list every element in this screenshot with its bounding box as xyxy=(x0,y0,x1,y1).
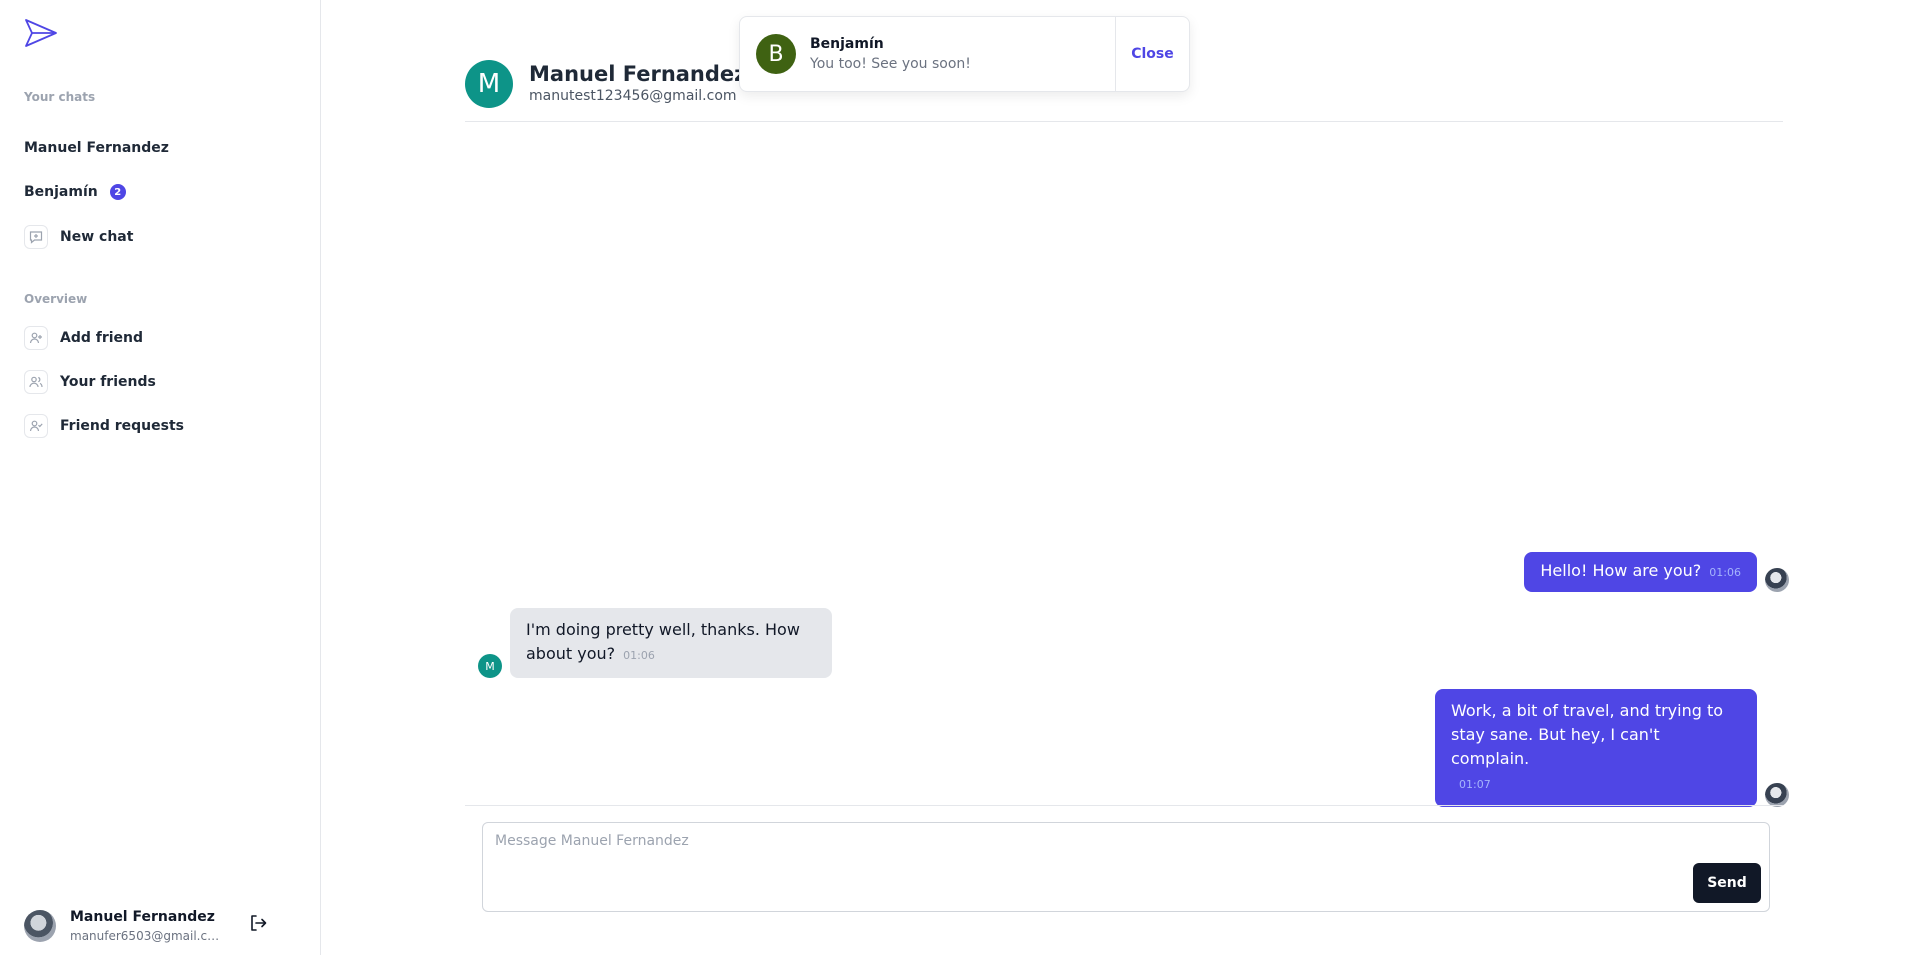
chat-partner-name: Manuel Fernandez xyxy=(529,62,747,86)
message-row: Work, a bit of travel, and trying to sta… xyxy=(1435,689,1789,807)
logout-icon[interactable] xyxy=(248,913,268,933)
message-toast[interactable]: B Benjamín You too! See you soon! Close xyxy=(739,16,1190,92)
user-name: Manuel Fernandez xyxy=(70,909,215,925)
user-plus-icon xyxy=(24,326,48,350)
sidebar: Your chats Manuel Fernandez Benjamín 2 N… xyxy=(0,0,321,955)
new-chat-label: New chat xyxy=(60,229,134,245)
paper-plane-icon[interactable] xyxy=(24,18,58,48)
user-check-icon xyxy=(24,414,48,438)
toast-body[interactable]: B Benjamín You too! See you soon! xyxy=(740,17,1115,91)
sidebar-item-add-friend[interactable]: Add friend xyxy=(24,326,143,350)
sidebar-chat-benjamin[interactable]: Benjamín 2 xyxy=(24,184,126,200)
message-bubble: I'm doing pretty well, thanks. How about… xyxy=(510,608,832,678)
sidebar-item-label: Friend requests xyxy=(60,418,184,434)
sidebar-item-your-friends[interactable]: Your friends xyxy=(24,370,156,394)
message-time: 01:06 xyxy=(1709,566,1741,579)
message-bubble: Work, a bit of travel, and trying to sta… xyxy=(1435,689,1757,807)
avatar: B xyxy=(756,34,796,74)
user-email: manufer6503@gmail.com xyxy=(70,929,226,943)
sidebar-item-label: Your friends xyxy=(60,374,156,390)
avatar xyxy=(1765,783,1789,807)
message-time: 01:06 xyxy=(623,649,655,662)
your-chats-label: Your chats xyxy=(24,90,96,104)
message-text: I'm doing pretty well, thanks. How about… xyxy=(526,620,800,663)
message-row: Hello! How are you? 01:06 xyxy=(1524,552,1789,592)
toast-message: You too! See you soon! xyxy=(810,56,971,72)
message-composer: Send xyxy=(482,822,1770,912)
app-root: Your chats Manuel Fernandez Benjamín 2 N… xyxy=(0,0,1920,955)
message-row: M I'm doing pretty well, thanks. How abo… xyxy=(478,608,832,678)
overview-label: Overview xyxy=(24,292,88,306)
composer-divider xyxy=(465,805,1783,806)
users-icon xyxy=(24,370,48,394)
new-chat-button[interactable]: New chat xyxy=(24,225,133,249)
message-plus-icon xyxy=(24,225,48,249)
message-bubble: Hello! How are you? 01:06 xyxy=(1524,552,1757,592)
sidebar-item-friend-requests[interactable]: Friend requests xyxy=(24,414,184,438)
sidebar-chat-label: Benjamín xyxy=(24,184,98,200)
message-input[interactable] xyxy=(483,823,1769,911)
avatar: M xyxy=(465,60,513,108)
sidebar-item-label: Add friend xyxy=(60,330,144,346)
send-button[interactable]: Send xyxy=(1693,863,1761,903)
toast-sender: Benjamín xyxy=(810,36,884,52)
avatar xyxy=(1765,568,1789,592)
chat-partner-email: manutest123456@gmail.com xyxy=(529,88,737,104)
sidebar-chat-manuel[interactable]: Manuel Fernandez xyxy=(24,140,169,156)
unread-badge: 2 xyxy=(109,184,126,200)
chat-main: M Manuel Fernandez manutest123456@gmail.… xyxy=(321,0,1920,955)
sidebar-chat-label: Manuel Fernandez xyxy=(24,140,169,156)
toast-close-button[interactable]: Close xyxy=(1115,17,1189,91)
message-text: Hello! How are you? xyxy=(1540,561,1702,580)
avatar xyxy=(24,910,56,942)
current-user-card: Manuel Fernandez manufer6503@gmail.com xyxy=(24,909,226,943)
message-text: Work, a bit of travel, and trying to sta… xyxy=(1451,701,1724,768)
message-time: 01:07 xyxy=(1459,778,1491,791)
avatar: M xyxy=(478,654,502,678)
